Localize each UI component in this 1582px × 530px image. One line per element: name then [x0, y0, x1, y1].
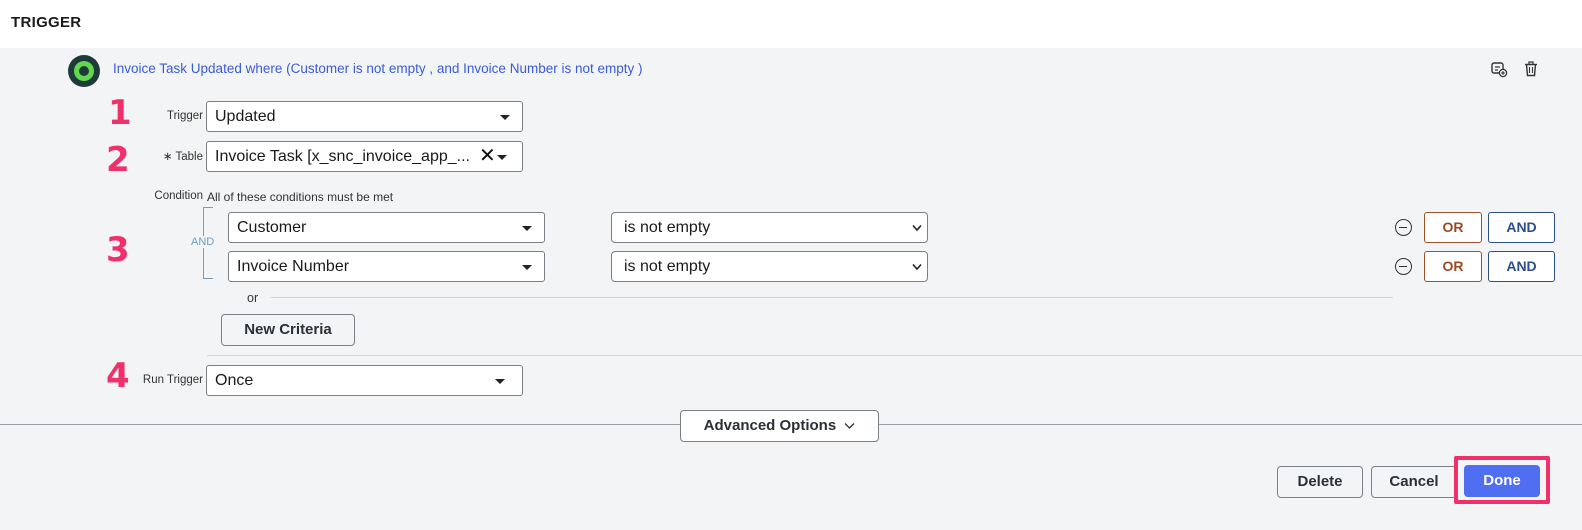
caret-down-icon[interactable] [497, 155, 507, 160]
trigger-label: Trigger [167, 110, 203, 122]
chevron-down-icon [912, 263, 922, 271]
condition-operator-select[interactable]: is not empty [611, 212, 928, 243]
and-button[interactable]: AND [1488, 212, 1555, 243]
required-mark: ∗ [162, 151, 173, 163]
chevron-down-icon [844, 423, 855, 429]
delete-button[interactable]: Delete [1277, 466, 1363, 498]
advanced-options-label: Advanced Options [703, 417, 837, 434]
or-button[interactable]: OR [1424, 251, 1482, 282]
trigger-select[interactable]: Updated [206, 101, 523, 132]
condition-header: All of these conditions must be met [207, 190, 394, 204]
add-note-icon[interactable] [1490, 60, 1508, 78]
condition-field-value: Customer [237, 219, 307, 236]
section-divider [207, 355, 1582, 356]
or-button[interactable]: OR [1424, 212, 1482, 243]
condition-field-value: Invoice Number [237, 258, 350, 275]
condition-field-select[interactable]: Invoice Number [228, 251, 545, 282]
step-number-1: 1 [108, 93, 132, 133]
advanced-options-button[interactable]: Advanced Options [680, 410, 879, 442]
condition-operator-select[interactable]: is not empty [611, 251, 928, 282]
table-label: ∗ Table [162, 151, 203, 163]
step-number-3: 3 [106, 230, 130, 270]
trash-icon[interactable] [1522, 60, 1540, 78]
and-button[interactable]: AND [1488, 251, 1555, 282]
cancel-button[interactable]: Cancel [1371, 466, 1457, 498]
trigger-summary[interactable]: Invoice Task Updated where (Customer is … [113, 61, 643, 76]
trigger-status-icon [68, 55, 100, 87]
chevron-down-icon [912, 224, 922, 232]
caret-down-icon [500, 115, 510, 120]
table-value: Invoice Task [x_snc_invoice_app_... [215, 148, 470, 165]
step-number-2: 2 [106, 140, 130, 180]
done-button[interactable]: Done [1464, 465, 1540, 497]
clear-icon[interactable]: ✕ [479, 146, 496, 166]
caret-down-icon [495, 379, 505, 384]
group-operator-label: AND [190, 236, 216, 248]
new-criteria-button[interactable]: New Criteria [221, 314, 355, 346]
condition-label: Condition [154, 190, 203, 202]
panel-title: TRIGGER [11, 14, 82, 31]
condition-operator-value: is not empty [624, 258, 711, 275]
table-select[interactable]: Invoice Task [x_snc_invoice_app_... [206, 141, 523, 172]
panel-header: TRIGGER [0, 0, 1582, 48]
condition-field-select[interactable]: Customer [228, 212, 545, 243]
remove-condition-icon[interactable] [1395, 258, 1412, 275]
caret-down-icon [522, 265, 532, 270]
step-number-4: 4 [106, 356, 130, 396]
run-trigger-select[interactable]: Once [206, 365, 523, 396]
or-separator-line [270, 297, 1393, 298]
run-trigger-value: Once [215, 372, 254, 389]
remove-condition-icon[interactable] [1395, 219, 1412, 236]
trigger-value: Updated [215, 108, 276, 125]
run-trigger-label: Run Trigger [142, 374, 203, 386]
caret-down-icon [522, 226, 532, 231]
or-separator-label: or [247, 291, 259, 305]
condition-operator-value: is not empty [624, 219, 711, 236]
